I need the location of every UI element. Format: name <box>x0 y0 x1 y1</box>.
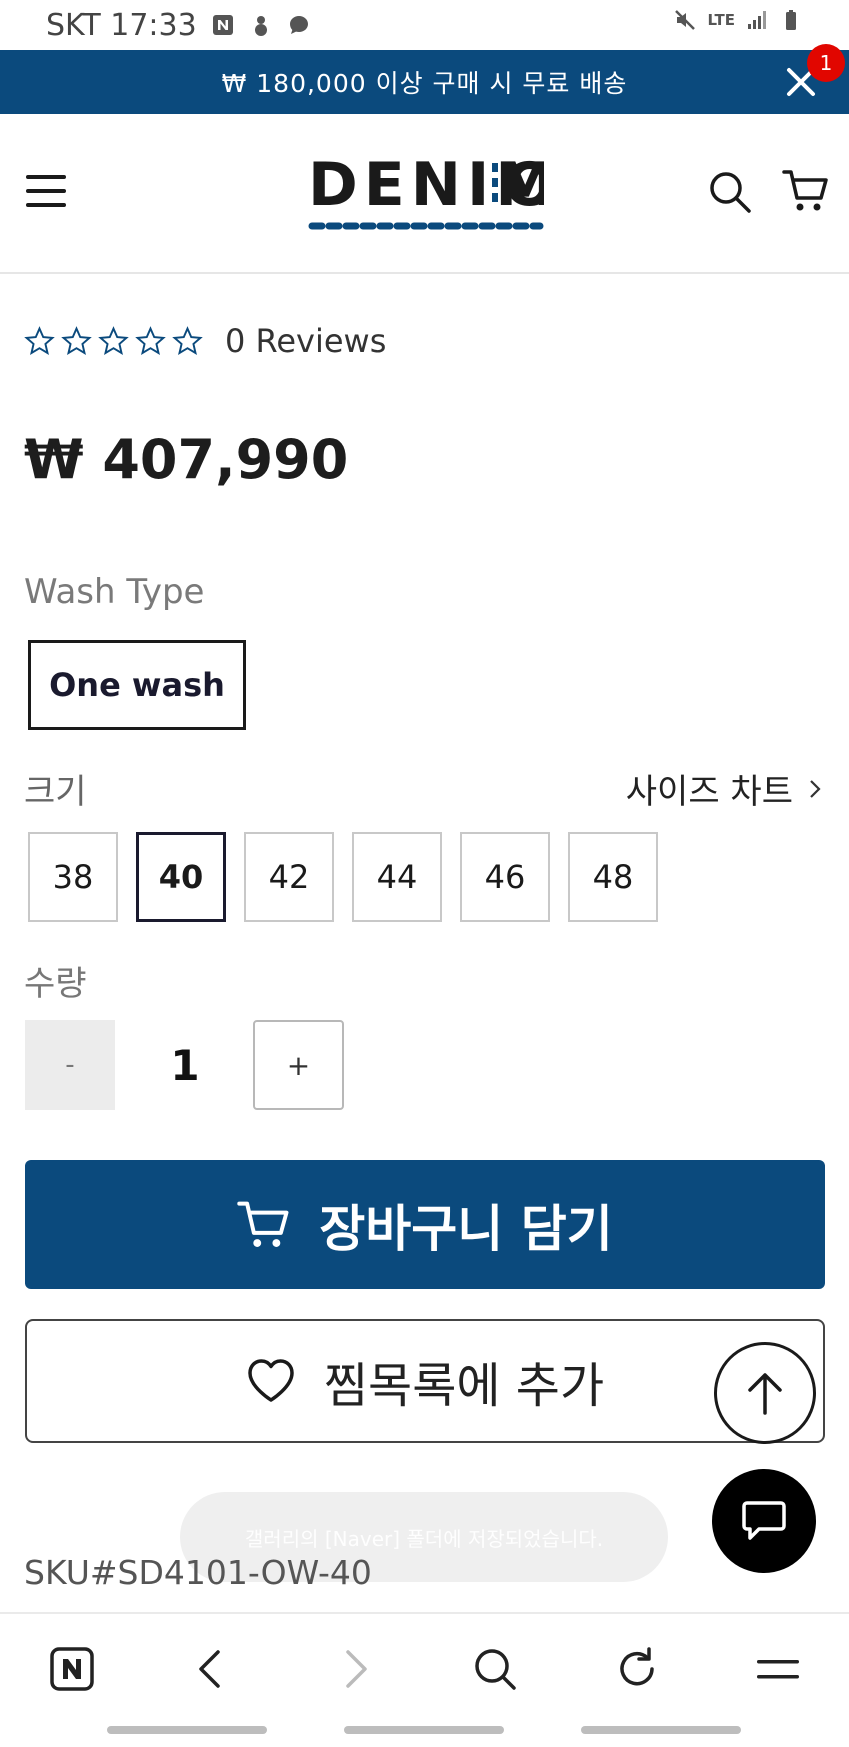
size-chart-label: 사이즈 차트 <box>625 772 793 812</box>
product-sku: SKU#SD4101-OW-40 <box>24 1553 372 1592</box>
chevron-right-icon <box>346 1650 367 1688</box>
gesture-indicator <box>581 1726 741 1734</box>
network-type: LTE <box>707 11 735 29</box>
snowman-notification-icon <box>254 16 267 36</box>
add-to-cart-label: 장바구니 담기 <box>319 1199 613 1258</box>
status-bar: SKT 17:33 LTE <box>0 0 849 50</box>
status-left: SKT 17:33 <box>46 8 311 43</box>
cart-icon[interactable] <box>782 168 830 214</box>
quantity-label: 수량 <box>24 964 87 1004</box>
add-to-wishlist-label: 찜목록에 추가 <box>323 1358 605 1414</box>
chat-notification-icon <box>289 16 308 34</box>
back-button[interactable] <box>186 1644 236 1694</box>
forward-button[interactable] <box>330 1644 380 1694</box>
search-icon <box>475 1649 516 1690</box>
star-rating <box>24 325 203 357</box>
star-empty-icon <box>98 325 129 355</box>
size-option-44[interactable]: 44 <box>352 832 442 922</box>
site-header: DENIM O <box>0 114 849 274</box>
chevron-left-icon <box>199 1650 220 1688</box>
size-chart-link[interactable]: 사이즈 차트 <box>626 764 823 813</box>
wash-option-one-wash[interactable]: One wash <box>28 640 246 730</box>
heart-icon <box>248 1359 294 1402</box>
size-option-40[interactable]: 40 <box>136 832 226 922</box>
quantity-increase-button[interactable]: + <box>253 1020 344 1110</box>
wash-type-label: Wash Type <box>24 572 205 612</box>
reload-button[interactable] <box>612 1644 662 1694</box>
chevron-right-icon <box>810 779 821 798</box>
naver-notification-icon <box>212 15 233 35</box>
product-price: ₩ 407,990 <box>24 428 349 491</box>
browser-toolbar <box>0 1612 849 1722</box>
reviews-link[interactable]: 0 Reviews <box>225 322 386 360</box>
size-option-42[interactable]: 42 <box>244 832 334 922</box>
cart-icon <box>237 1201 289 1247</box>
free-shipping-banner: ₩ 180,000 이상 구매 시 무료 배송 <box>0 50 849 114</box>
size-label: 크기 <box>24 772 87 812</box>
reload-icon <box>620 1647 654 1686</box>
naver-home-button[interactable] <box>47 1644 97 1694</box>
naver-icon <box>50 1647 94 1691</box>
size-option-48[interactable]: 48 <box>568 832 658 922</box>
size-option-38[interactable]: 38 <box>28 832 118 922</box>
mute-icon <box>675 10 696 30</box>
carrier-time: SKT 17:33 <box>46 7 197 43</box>
svg-text:O: O <box>504 150 544 220</box>
gesture-indicator <box>344 1726 504 1734</box>
add-to-wishlist-button[interactable]: 찜목록에 추가 <box>25 1319 825 1443</box>
quantity-decrease-button[interactable]: - <box>25 1020 115 1110</box>
add-to-cart-button[interactable]: 장바구니 담기 <box>25 1160 825 1289</box>
denimio-logo[interactable]: DENIM O <box>308 149 544 233</box>
arrow-up-icon <box>748 1373 782 1415</box>
quantity-value[interactable]: 1 <box>135 1020 235 1110</box>
promo-text: ₩ 180,000 이상 구매 시 무료 배송 <box>221 69 628 98</box>
menu-icon[interactable] <box>26 174 66 208</box>
rating-row: 0 Reviews <box>24 322 386 360</box>
browser-menu-button[interactable] <box>753 1644 803 1694</box>
star-empty-icon <box>135 325 166 355</box>
chat-bubble-icon <box>742 1501 786 1540</box>
battery-icon <box>786 10 796 30</box>
menu-icon <box>757 1660 799 1679</box>
search-icon[interactable] <box>708 170 752 214</box>
star-empty-icon <box>24 325 55 355</box>
star-empty-icon <box>61 325 92 355</box>
gesture-indicator <box>107 1726 267 1734</box>
scroll-to-top-button[interactable] <box>714 1342 816 1444</box>
chat-button[interactable] <box>712 1469 816 1573</box>
browser-search-button[interactable] <box>470 1644 520 1694</box>
star-empty-icon <box>172 325 203 355</box>
status-right: LTE <box>673 8 803 32</box>
cart-count-badge: 1 <box>807 44 845 82</box>
size-options: 38 40 42 44 46 48 <box>28 832 658 922</box>
size-option-46[interactable]: 46 <box>460 832 550 922</box>
signal-icon <box>748 11 766 29</box>
